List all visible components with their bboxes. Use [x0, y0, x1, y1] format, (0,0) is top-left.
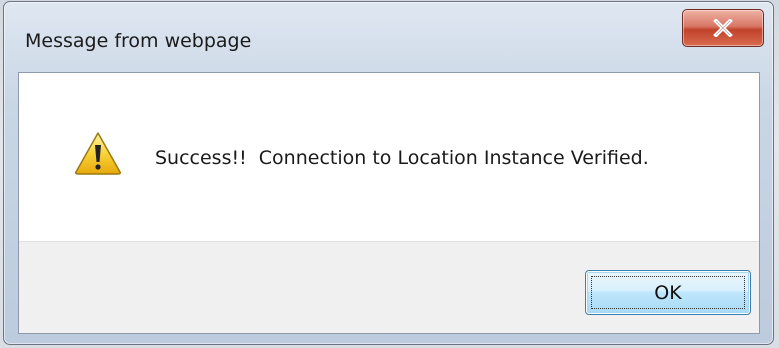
close-icon: [713, 19, 733, 37]
dialog-title: Message from webpage: [25, 30, 252, 52]
dialog-footer: OK: [19, 241, 759, 333]
message-area: Success!! Connection to Location Instanc…: [19, 73, 759, 241]
message-text: Success!! Connection to Location Instanc…: [155, 147, 649, 169]
warning-icon: [75, 132, 121, 175]
ok-button-label: OK: [654, 281, 682, 304]
message-dialog: Message from webpage Success!! Connectio…: [3, 1, 774, 345]
dialog-titlebar[interactable]: Message from webpage: [4, 2, 773, 72]
close-button[interactable]: [682, 9, 764, 47]
ok-button[interactable]: OK: [585, 270, 751, 315]
dialog-body: Success!! Connection to Location Instanc…: [18, 72, 760, 334]
